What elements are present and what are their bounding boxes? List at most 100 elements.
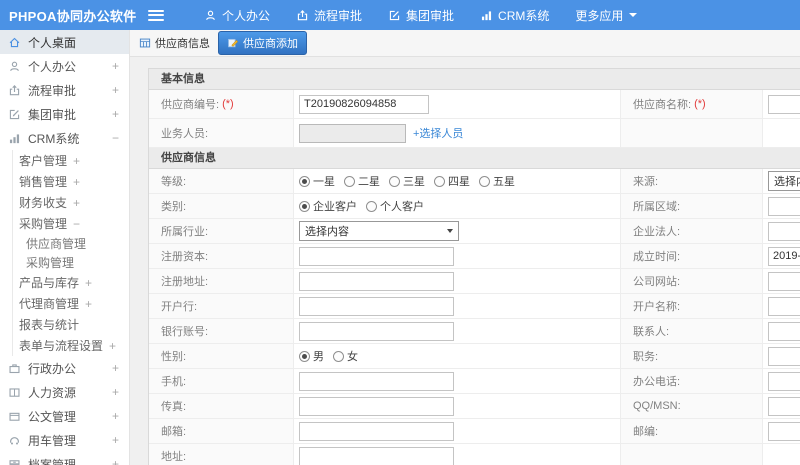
expand-toggle-icon[interactable]: + (112, 59, 119, 73)
radio-option[interactable]: 男 (299, 348, 324, 364)
sidebar-item-1[interactable]: 个人桌面 (0, 30, 129, 54)
expand-toggle-icon[interactable]: + (112, 433, 119, 447)
radio-button[interactable] (299, 175, 310, 187)
expand-toggle-icon[interactable]: + (112, 83, 119, 97)
radio-option[interactable]: 一星 (299, 173, 335, 189)
expand-toggle-icon[interactable]: + (85, 297, 92, 311)
expand-toggle-icon[interactable]: − (73, 217, 80, 231)
sidebar-item-label: 流程审批 (28, 83, 77, 98)
radio-option[interactable]: 二星 (344, 173, 380, 189)
text-input[interactable] (299, 446, 454, 465)
sidebar-item-label: 集团审批 (28, 107, 77, 122)
expand-toggle-icon[interactable]: + (112, 457, 119, 465)
text-input[interactable] (299, 94, 429, 114)
text-input[interactable] (299, 296, 454, 316)
top-menu-item-2[interactable]: 流程审批 (296, 7, 362, 24)
expand-toggle-icon[interactable]: + (112, 107, 119, 121)
sidebar-item-14[interactable]: 报表与统计 (13, 314, 129, 335)
form-field-cell: +选择人员 (294, 119, 621, 148)
sidebar-item-16[interactable]: 行政办公 + (0, 356, 129, 380)
text-input[interactable] (299, 421, 454, 441)
radio-option[interactable]: 四星 (434, 173, 470, 189)
radio-option[interactable]: 个人客户 (366, 198, 424, 214)
form-label-cell: 注册资本: (149, 244, 294, 269)
hamburger-menu-icon[interactable] (148, 9, 164, 21)
sidebar-item-4[interactable]: 集团审批 + (0, 102, 129, 126)
top-menu-item-3[interactable]: 集团审批 (388, 7, 454, 24)
text-input[interactable] (768, 221, 800, 241)
radio-group: 企业客户 个人客户 (299, 198, 433, 214)
sidebar-item-18[interactable]: 公文管理 + (0, 404, 129, 428)
sidebar-item-13[interactable]: 代理商管理 + (13, 293, 129, 314)
sidebar-item-2[interactable]: 个人办公 + (0, 54, 129, 78)
select-dropdown[interactable]: 选择内容 (299, 221, 459, 241)
expand-toggle-icon[interactable]: + (112, 385, 119, 399)
sidebar-item-20[interactable]: 档案管理 + (0, 452, 129, 465)
radio-option[interactable]: 三星 (389, 173, 425, 189)
radio-option[interactable]: 女 (333, 348, 358, 364)
radio-option[interactable]: 五星 (479, 173, 515, 189)
sidebar-item-19[interactable]: 用车管理 + (0, 428, 129, 452)
text-input[interactable] (299, 371, 454, 391)
sidebar-item-7[interactable]: 销售管理 + (13, 171, 129, 192)
field-label: 开户行: (161, 301, 198, 313)
expand-toggle-icon[interactable]: + (112, 361, 119, 375)
radio-button[interactable] (333, 350, 344, 362)
select-dropdown[interactable]: 选择内容 (768, 171, 800, 191)
text-input[interactable] (299, 396, 454, 416)
person-icon (204, 9, 217, 22)
text-input[interactable] (299, 321, 454, 341)
form-row: 类别: 企业客户 个人客户 所属区域: (149, 194, 800, 219)
text-input[interactable] (768, 196, 800, 216)
expand-toggle-icon[interactable]: + (112, 409, 119, 423)
tab-supplier-add[interactable]: 供应商添加 (218, 31, 307, 55)
text-input[interactable] (768, 346, 800, 366)
text-input[interactable] (768, 94, 800, 114)
top-menu-item-1[interactable]: 个人办公 (204, 7, 270, 24)
sidebar-item-10[interactable]: 供应商管理 (13, 234, 129, 253)
sidebar-item-12[interactable]: 产品与库存 + (13, 272, 129, 293)
sidebar-item-8[interactable]: 财务收支 + (13, 192, 129, 213)
field-label: 类别: (161, 201, 187, 213)
tab-supplier-info[interactable]: 供应商信息 (134, 32, 215, 54)
text-input[interactable] (768, 371, 800, 391)
top-menu-item-5[interactable]: 更多应用 (575, 7, 638, 24)
sidebar-item-15[interactable]: 表单与流程设置 + (13, 335, 129, 356)
radio-option[interactable]: 企业客户 (299, 198, 357, 214)
sidebar-item-6[interactable]: 客户管理 + (13, 150, 129, 171)
text-input[interactable] (768, 321, 800, 341)
radio-button[interactable] (479, 175, 490, 187)
radio-button[interactable] (299, 350, 310, 362)
expand-toggle-icon[interactable]: + (73, 154, 80, 168)
radio-button[interactable] (366, 200, 377, 212)
radio-button[interactable] (389, 175, 400, 187)
radio-button[interactable] (299, 200, 310, 212)
expand-toggle-icon[interactable]: + (85, 276, 92, 290)
expand-toggle-icon[interactable]: + (73, 196, 80, 210)
text-input[interactable] (768, 296, 800, 316)
supplier-form-panel: 基本信息供应商编号:(*)供应商名称:(*)业务人员:+选择人员供应商信息等级:… (148, 68, 800, 465)
sidebar-item-3[interactable]: 流程审批 + (0, 78, 129, 102)
text-input[interactable] (299, 271, 454, 291)
expand-toggle-icon[interactable]: − (112, 131, 119, 145)
sidebar-item-label: 产品与库存 (19, 276, 80, 290)
radio-button[interactable] (434, 175, 445, 187)
sidebar-item-17[interactable]: 人力资源 + (0, 380, 129, 404)
text-input[interactable] (299, 123, 406, 143)
text-input[interactable] (768, 421, 800, 441)
sidebar-item-9[interactable]: 采购管理 − (13, 213, 129, 234)
radio-group: 男女 (299, 348, 367, 364)
form-label-cell: 供应商编号: (*) (149, 90, 294, 119)
text-input[interactable] (299, 246, 454, 266)
sidebar-item-5[interactable]: CRM系统 − (0, 126, 129, 150)
expand-toggle-icon[interactable]: + (109, 339, 116, 353)
text-input[interactable] (768, 396, 800, 416)
radio-label: 五星 (493, 176, 515, 188)
expand-toggle-icon[interactable]: + (73, 175, 80, 189)
sidebar-item-11[interactable]: 采购管理 (13, 253, 129, 272)
select-person-link[interactable]: +选择人员 (413, 125, 463, 141)
radio-button[interactable] (344, 175, 355, 187)
text-input[interactable] (768, 271, 800, 291)
text-input[interactable] (768, 246, 800, 266)
top-menu-item-4[interactable]: CRM系统 (480, 7, 549, 24)
